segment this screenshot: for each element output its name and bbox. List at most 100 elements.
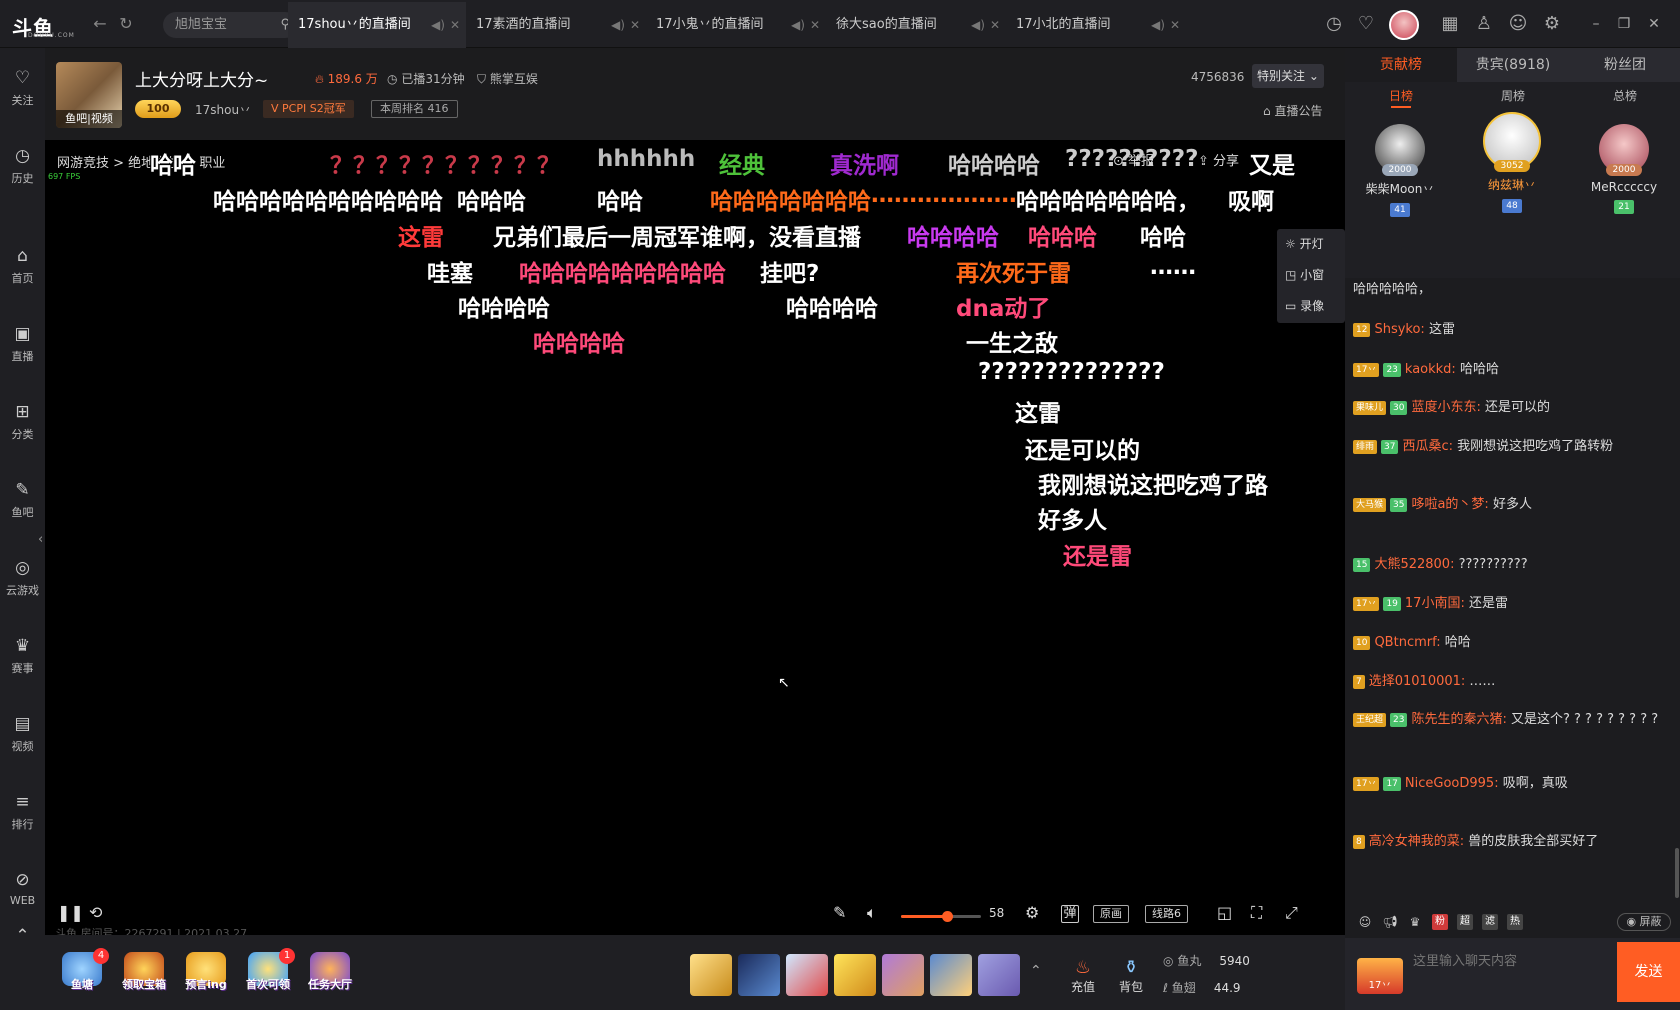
gift-rocket[interactable] — [690, 954, 732, 996]
mute-icon[interactable]: ◀) — [791, 2, 805, 48]
chat-icon[interactable]: ☺ — [1506, 12, 1530, 36]
sidebar-item-events[interactable]: ♛ 赛事 — [0, 636, 45, 676]
first-reward-button[interactable]: 首次可领 1 — [243, 948, 295, 992]
danmaku-toggle-icon[interactable]: 弹 — [1061, 905, 1079, 923]
pause-icon[interactable]: ❚❚ — [57, 903, 84, 922]
chat-message[interactable]: 15 大熊522800: ?????????? — [1353, 553, 1663, 577]
fish-pond-button[interactable]: 鱼塘 4 — [57, 948, 109, 992]
settings-icon[interactable]: ⚙ — [1540, 12, 1564, 36]
weekly-rank[interactable]: 本周排名 416 — [371, 100, 458, 118]
fan-toggle[interactable]: 粉 — [1432, 914, 1448, 930]
maximize-icon[interactable]: ❐ — [1612, 12, 1636, 36]
settings-icon[interactable]: ⚙ — [1025, 903, 1039, 922]
chat-nickname[interactable]: Shsyko: — [1374, 322, 1424, 337]
sidebar-item-yuba[interactable]: ✎ 鱼吧 — [0, 480, 45, 520]
sidebar-item-cloud-game[interactable]: ◎ 云游戏 — [0, 558, 45, 598]
super-toggle[interactable]: 超 — [1457, 914, 1473, 930]
mini-window-button[interactable]: ◳ 小窗 — [1277, 260, 1345, 291]
emoji-icon[interactable]: ☺ — [1357, 914, 1373, 930]
anchor-name[interactable]: 17shou丷 — [195, 101, 251, 118]
edit-danmaku-icon[interactable]: ✎ — [833, 903, 846, 922]
bag-button[interactable]: ⚱ 背包 — [1111, 957, 1151, 995]
guild-name[interactable]: ⛉ 熊掌互娱 — [477, 70, 538, 87]
tab-17xiaogui[interactable]: 17小鬼丷的直播间 ◀) ✕ — [646, 2, 826, 48]
sidebar-item-history[interactable]: ◷ 历史 — [0, 146, 45, 186]
chevron-up-icon[interactable]: ⌃ — [0, 926, 45, 946]
chat-scrollbar[interactable] — [1675, 848, 1679, 898]
douyu-logo[interactable]: 斗鱼 DOUYU.COM — [12, 12, 74, 40]
chat-message[interactable]: 绯雨 37 西瓜桑c: 我刚想说这把吃鸡了路转粉 — [1353, 435, 1663, 459]
send-button[interactable]: 发送 — [1617, 942, 1680, 1002]
close-tab-icon[interactable]: ✕ — [450, 2, 460, 48]
refresh-icon[interactable]: ↻ — [116, 14, 136, 34]
record-button[interactable]: ▭ 录像 — [1277, 291, 1345, 322]
tab-17shou[interactable]: 17shou丷的直播间 ◀) ✕ — [288, 2, 466, 48]
task-hall-button[interactable]: 任务大厅 — [305, 952, 355, 992]
crown-icon[interactable]: ♛ — [1407, 914, 1423, 930]
quality-button[interactable]: 原画 — [1093, 905, 1129, 923]
rank-1[interactable]: 3052 纳兹琳丷 48 — [1462, 112, 1562, 213]
chat-nickname[interactable]: 哆啦a的丶梦: — [1411, 497, 1488, 512]
subtab-daily[interactable]: 日榜 — [1345, 84, 1457, 108]
volume-slider[interactable] — [901, 911, 981, 922]
chevron-up-icon[interactable]: ⌃ — [1030, 963, 1042, 979]
honor-badge[interactable]: V PCPI S2冠军 — [263, 100, 354, 118]
breadcrumb[interactable]: 网游竞技 > 绝地求生 > 职业 — [57, 152, 225, 171]
sidebar-item-home[interactable]: ⌂ 首页 — [0, 246, 45, 286]
mute-icon[interactable]: ◀) — [1151, 2, 1165, 48]
chat-nickname[interactable]: NiceGooD995: — [1405, 776, 1499, 791]
chat-message[interactable]: 8 高冷女神我的菜: 兽的皮肤我全部买好了 — [1353, 830, 1663, 854]
tab-contribution[interactable]: 贡献榜 — [1345, 48, 1457, 82]
chat-nickname[interactable]: 高冷女神我的菜: — [1369, 834, 1464, 849]
user-avatar[interactable] — [1389, 10, 1419, 40]
shirt-icon[interactable]: ♙ — [1472, 12, 1496, 36]
chat-nickname[interactable]: 17小南国: — [1405, 596, 1465, 611]
close-tab-icon[interactable]: ✕ — [1170, 2, 1180, 48]
rank-3[interactable]: 2000 MeRcccccy 21 — [1574, 124, 1674, 214]
fullscreen-icon[interactable]: ⤢ — [1285, 903, 1298, 923]
chat-message[interactable]: 10 QBtncmrf: 哈哈 — [1353, 631, 1663, 655]
chat-message[interactable]: 7 选择01010001: …… — [1353, 670, 1663, 694]
filter-toggle[interactable]: 滤 — [1482, 914, 1498, 930]
chat-nickname[interactable]: kaokkd: — [1405, 362, 1456, 377]
sidebar-item-live[interactable]: ▣ 直播 — [0, 324, 45, 364]
sidebar-item-follow[interactable]: ♡ 关注 — [0, 68, 45, 108]
sidebar-item-web[interactable]: ⊘ WEB — [0, 870, 45, 907]
tab-17xiaobei[interactable]: 17小北的直播间 ◀) ✕ — [1006, 2, 1186, 48]
pip-icon[interactable]: ◱ — [1217, 903, 1232, 922]
mute-icon[interactable]: ◀) — [431, 2, 445, 48]
subtab-weekly[interactable]: 周榜 — [1457, 84, 1569, 108]
chat-message[interactable]: 17丷 17 NiceGooD995: 吸啊，真吸 — [1353, 772, 1663, 796]
gift-spaceship[interactable] — [738, 954, 780, 996]
mute-icon[interactable]: ◀) — [611, 2, 625, 48]
close-tab-icon[interactable]: ✕ — [990, 2, 1000, 48]
close-tab-icon[interactable]: ✕ — [810, 2, 820, 48]
chat-message[interactable]: 17丷 19 17小南国: 还是雷 — [1353, 592, 1663, 616]
close-window-icon[interactable]: ✕ — [1642, 12, 1666, 36]
clock-icon[interactable]: ◷ — [1322, 12, 1346, 36]
heart-icon[interactable]: ♡ — [1354, 12, 1378, 36]
search-input[interactable]: 旭旭宝宝 ⚲ — [163, 12, 298, 38]
sidebar-item-video[interactable]: ▤ 视频 — [0, 714, 45, 754]
wide-screen-icon[interactable]: ⛶ — [1251, 903, 1262, 923]
chat-nickname[interactable]: 选择01010001: — [1369, 674, 1466, 689]
loop-icon[interactable]: ⟲ — [89, 903, 102, 922]
recharge-button[interactable]: ♨ 充值 — [1063, 957, 1103, 995]
shield-button[interactable]: ◉ 屏蔽 — [1617, 913, 1671, 931]
report-button[interactable]: ⊙ 举报 — [1113, 150, 1154, 169]
chat-message[interactable]: 果味儿 30 蓝度小东东: 还是可以的 — [1353, 396, 1663, 420]
treasure-box-button[interactable]: 领取宝箱 — [119, 952, 169, 992]
chat-nickname[interactable]: 蓝度小东东: — [1411, 400, 1480, 415]
chat-nickname[interactable]: QBtncmrf: — [1374, 635, 1440, 650]
special-follow-button[interactable]: 特别关注 ⌄ — [1252, 64, 1324, 88]
chat-nickname[interactable]: 大熊522800: — [1374, 557, 1454, 572]
gift-girl[interactable] — [930, 954, 972, 996]
horn-icon[interactable]: 📢︎ — [1382, 914, 1398, 930]
hot-toggle[interactable]: 热 — [1507, 914, 1523, 930]
gift-plane[interactable] — [786, 954, 828, 996]
rank-2[interactable]: 2000 柴柴Moon丷 41 — [1350, 124, 1450, 217]
chat-nickname[interactable]: 陈先生的秦六猪: — [1411, 712, 1506, 727]
anchor-avatar[interactable]: 鱼吧|视频 — [56, 62, 122, 128]
chat-message[interactable]: 17丷 23 kaokkd: 哈哈哈 — [1353, 358, 1663, 382]
sidebar-item-rank[interactable]: ≡ 排行 — [0, 792, 45, 832]
